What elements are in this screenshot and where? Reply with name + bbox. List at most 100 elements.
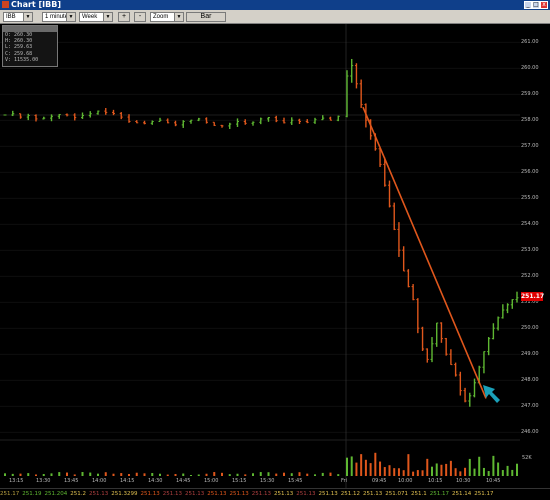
price-bar <box>96 110 100 115</box>
window-title-bar[interactable]: Chart [IBB] _ □ x <box>0 0 550 10</box>
volume-bar <box>89 472 92 476</box>
price-chart[interactable] <box>0 24 520 488</box>
volume-bar <box>464 467 467 476</box>
symbol-select[interactable]: IBB ▼ <box>3 12 33 22</box>
volume-bar <box>402 470 405 476</box>
price-tick-label: 260.00 <box>521 65 539 72</box>
volume-bar <box>213 472 216 476</box>
volume-bar <box>445 463 448 476</box>
volume-bar <box>97 473 99 476</box>
chevron-down-icon[interactable]: ▼ <box>174 13 183 21</box>
time-tick-label: 10:30 <box>456 478 471 484</box>
volume-bar <box>182 473 185 476</box>
price-strip-value: 251.13 <box>162 491 182 497</box>
volume-bar <box>350 456 353 476</box>
price-strip-value: 251.071 <box>385 491 408 497</box>
volume-bar <box>360 454 363 476</box>
volume-bar <box>337 474 340 476</box>
price-bar <box>458 371 462 396</box>
chevron-down-icon[interactable]: ▼ <box>103 13 112 21</box>
volume-bar <box>228 474 231 476</box>
zoom-out-button[interactable]: - <box>134 12 146 22</box>
zoom-in-button[interactable]: + <box>118 12 130 22</box>
bar-style-button[interactable]: Bar <box>186 12 226 22</box>
volume-bar <box>478 456 481 476</box>
price-strip-value: 251.14 <box>452 491 472 497</box>
price-bar <box>350 58 354 83</box>
price-tick-label: 258.00 <box>521 117 539 124</box>
volume-bar <box>497 462 500 476</box>
close-button[interactable]: x <box>540 1 548 9</box>
volume-bar <box>35 474 37 476</box>
minimize-button[interactable]: _ <box>524 1 532 9</box>
volume-bar <box>197 474 200 476</box>
price-bar <box>439 322 443 343</box>
price-bar <box>416 298 420 334</box>
price-bar <box>228 122 232 129</box>
volume-bar <box>459 471 462 476</box>
price-bar <box>388 180 391 208</box>
price-tick-label: 246.00 <box>521 429 539 436</box>
volume-bar <box>58 472 61 476</box>
volume-bar <box>190 474 192 476</box>
window-title: Chart [IBB] <box>11 0 62 9</box>
price-bar <box>205 117 208 124</box>
price-bar <box>421 326 425 352</box>
price-bar <box>482 351 486 374</box>
price-bar <box>354 63 358 89</box>
time-tick-label: 13:45 <box>64 478 79 484</box>
volume-bar <box>482 467 485 476</box>
price-bar <box>359 79 363 108</box>
app-icon <box>2 1 9 8</box>
range-select[interactable]: Week ▼ <box>79 12 113 22</box>
price-bar <box>430 337 434 363</box>
price-bar <box>259 117 263 125</box>
volume-bar <box>364 459 367 476</box>
volume-bar <box>283 472 285 476</box>
time-tick-label: 15:30 <box>260 478 275 484</box>
volume-bar <box>4 473 6 476</box>
volume-bar <box>516 463 518 476</box>
price-strip-value: 251.3299 <box>111 491 138 497</box>
price-strip-value: 251.13 <box>207 491 227 497</box>
volume-bar <box>112 473 115 476</box>
volume-bar <box>468 458 471 476</box>
chevron-down-icon[interactable]: ▼ <box>23 13 32 21</box>
time-tick-label: 15:15 <box>232 478 247 484</box>
time-tick-label: 10:45 <box>486 478 501 484</box>
range-value: Week <box>82 14 98 20</box>
volume-bar <box>66 472 68 476</box>
price-tick-label: 254.00 <box>521 221 539 228</box>
price-tick-label: 257.00 <box>521 143 539 150</box>
price-bar <box>411 284 415 301</box>
volume-bar <box>449 460 452 476</box>
volume-bar <box>42 474 45 476</box>
price-bar <box>274 115 278 123</box>
time-tick-label: Fri <box>341 478 347 484</box>
price-bar <box>220 124 224 128</box>
price-strip-value: 251.2 <box>70 491 86 497</box>
trendline[interactable] <box>362 106 487 399</box>
volume-bar <box>355 462 358 476</box>
price-tick-label: 256.00 <box>521 169 539 176</box>
price-bar <box>166 118 170 124</box>
price-strip-value: 251.1 <box>411 491 427 497</box>
volume-bar <box>440 464 443 476</box>
zoom-select[interactable]: Zoom ▼ <box>150 12 184 22</box>
price-strip-value: 251.19 <box>22 491 42 497</box>
volume-bar <box>421 470 424 476</box>
maximize-button[interactable]: □ <box>532 1 540 9</box>
price-bar <box>449 349 453 366</box>
price-bar <box>251 121 255 126</box>
price-bar <box>197 117 201 122</box>
interval-select[interactable]: 1 minute ▼ <box>42 12 76 22</box>
price-bar <box>444 337 448 356</box>
price-bar <box>510 299 514 309</box>
price-bar <box>305 119 309 124</box>
price-bar <box>267 116 270 122</box>
volume-bar <box>426 458 429 476</box>
chevron-down-icon[interactable]: ▼ <box>66 13 75 21</box>
volume-bar <box>166 474 169 476</box>
price-bar <box>112 109 115 116</box>
volume-bar <box>314 474 316 476</box>
